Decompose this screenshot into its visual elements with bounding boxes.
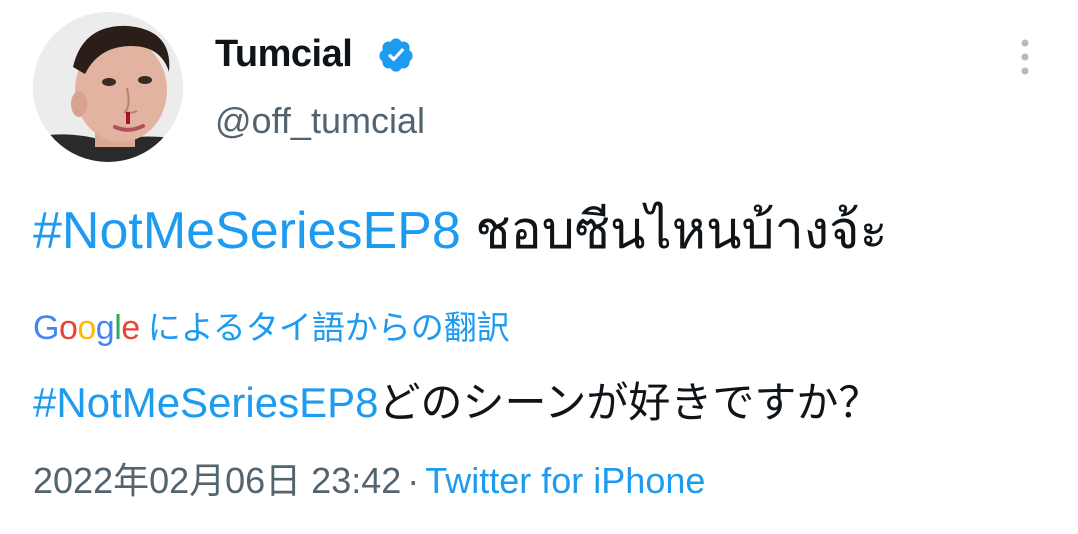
display-name[interactable]: Tumcial (215, 32, 353, 76)
more-options-icon[interactable] (1010, 36, 1040, 78)
timestamp[interactable]: 2022年02月06日 23:42 (33, 460, 401, 501)
source-link[interactable]: Twitter for iPhone (425, 460, 705, 501)
avatar[interactable] (33, 12, 183, 162)
user-handle[interactable]: @off_tumcial (215, 100, 425, 142)
translation-label[interactable]: によるタイ語からの翻訳 (148, 306, 510, 350)
avatar-image (33, 12, 183, 162)
meta-separator: · (407, 460, 420, 501)
tweet-card: Tumcial @off_tumcial #NotMeSeriesEP8 ชอบ… (0, 0, 1078, 534)
google-logo: Google (33, 309, 140, 347)
translation-attribution[interactable]: Google によるタイ語からの翻訳 (33, 304, 510, 352)
translated-text: #NotMeSeriesEP8どのシーンが好きですか？ (33, 376, 880, 430)
hashtag-link[interactable]: #NotMeSeriesEP8 (33, 202, 461, 260)
translated-hashtag-link[interactable]: #NotMeSeriesEP8 (33, 379, 379, 426)
verified-badge-icon (379, 38, 413, 72)
translated-body: どのシーンが好きですか？ (378, 379, 881, 426)
tweet-text: #NotMeSeriesEP8 ชอบซีนไหนบ้างจ้ะ (33, 198, 888, 264)
tweet-meta: 2022年02月06日 23:42 · Twitter for iPhone (33, 458, 705, 504)
tweet-body: ชอบซีนไหนบ้างจ้ะ (460, 202, 888, 260)
